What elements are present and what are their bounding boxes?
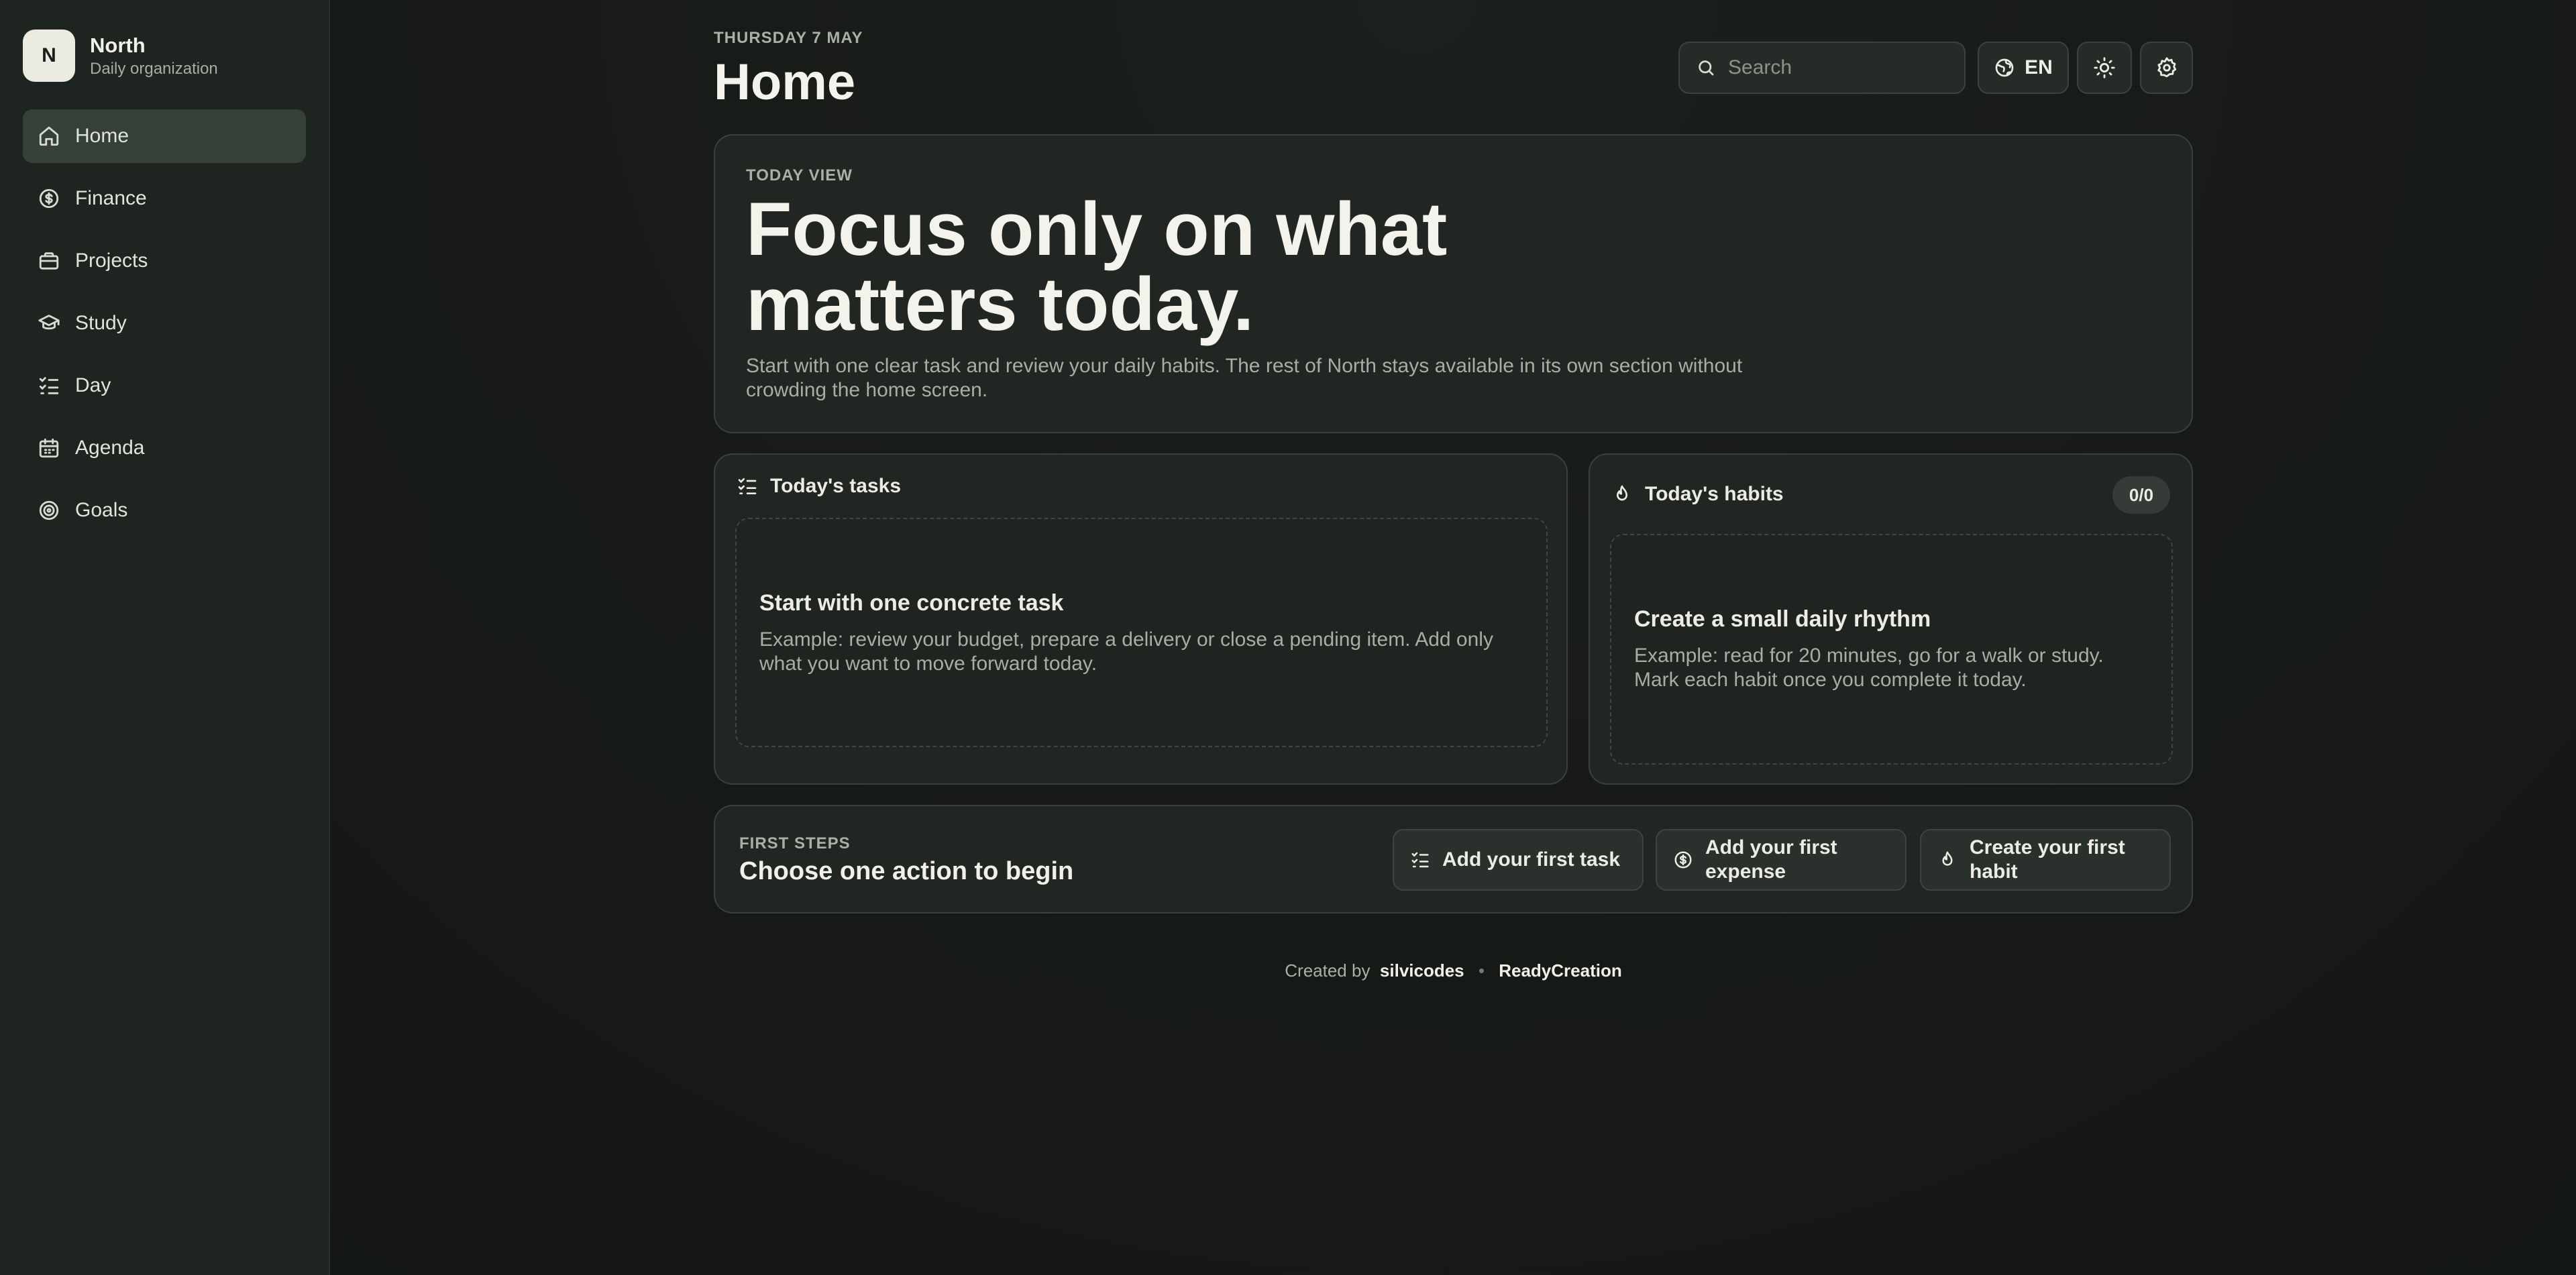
list-checks-icon: [738, 478, 757, 494]
first-steps-card: FIRST STEPS Choose one action to begin A…: [714, 805, 2193, 913]
brand-logo: N: [23, 30, 75, 82]
dollar-circle-icon: [1674, 851, 1692, 869]
sidebar-item-label: Agenda: [75, 437, 145, 459]
dollar-circle-icon: [39, 188, 59, 209]
hero-description: Start with one clear task and review you…: [746, 355, 1743, 401]
hero-card: TODAY VIEW Focus only on what matters to…: [714, 134, 2193, 433]
footer-separator: •: [1478, 960, 1485, 981]
graduation-cap-icon: [38, 315, 60, 330]
habits-count-badge: 0/0: [2112, 476, 2170, 514]
search-box[interactable]: [1678, 42, 1966, 94]
habits-header: Today's habits: [1611, 483, 1784, 506]
sidebar-item-projects[interactable]: Projects: [23, 234, 306, 288]
theme-toggle-button[interactable]: [2077, 42, 2132, 94]
search-icon: [1699, 60, 1714, 76]
tasks-empty-state: Start with one concrete task Example: re…: [735, 518, 1548, 747]
sidebar-item-home[interactable]: Home: [23, 109, 306, 163]
hero-title: Focus only on what matters today.: [746, 187, 1448, 346]
page-title: Home: [714, 54, 856, 111]
settings-button[interactable]: [2140, 42, 2193, 94]
footer-prefix: Created by: [1285, 960, 1371, 981]
sidebar: N North Daily organization Home Finance …: [0, 0, 330, 1275]
sidebar-item-day[interactable]: Day: [23, 359, 306, 412]
sidebar-item-agenda[interactable]: Agenda: [23, 421, 306, 475]
sidebar-item-label: Study: [75, 312, 127, 334]
globe-icon: [1995, 58, 2014, 77]
flame-icon: [1942, 851, 1953, 866]
habits-heading: Today's habits: [1645, 483, 1784, 505]
sidebar-nav: Home Finance Projects Study Day Agenda G…: [23, 109, 306, 546]
add-first-task-button[interactable]: Add your first task: [1393, 829, 1644, 891]
sun-icon: [2094, 57, 2115, 78]
brand-subtitle: Daily organization: [90, 60, 218, 78]
first-steps-eyebrow: FIRST STEPS: [739, 834, 851, 852]
language-button[interactable]: EN: [1978, 42, 2069, 94]
briefcase-icon: [39, 252, 59, 270]
current-date: THURSDAY 7 MAY: [714, 29, 863, 47]
home-icon: [39, 126, 59, 146]
habits-empty-state: Create a small daily rhythm Example: rea…: [1610, 534, 2173, 765]
calendar-icon: [39, 438, 59, 458]
list-checks-icon: [1411, 852, 1429, 868]
sidebar-item-label: Home: [75, 125, 129, 147]
add-first-expense-button[interactable]: Add your first expense: [1656, 829, 1907, 891]
tasks-card: Today's tasks Start with one concrete ta…: [714, 453, 1568, 785]
tasks-header: Today's tasks: [737, 475, 901, 498]
first-steps-title: Choose one action to begin: [739, 857, 1074, 885]
sidebar-item-finance[interactable]: Finance: [23, 172, 306, 225]
sidebar-item-label: Day: [75, 374, 111, 396]
list-checks-icon: [39, 377, 59, 394]
sidebar-item-label: Finance: [75, 187, 147, 209]
search-input[interactable]: [1727, 56, 1957, 80]
brand-name: North: [90, 34, 146, 57]
habits-empty-description: Example: read for 20 minutes, go for a w…: [1634, 645, 2104, 691]
hero-eyebrow: TODAY VIEW: [746, 166, 853, 184]
tasks-heading: Today's tasks: [770, 475, 901, 497]
tasks-empty-title: Start with one concrete task: [759, 590, 1064, 616]
flame-icon: [1617, 485, 1627, 501]
language-label: EN: [2025, 56, 2053, 78]
action-label: Add your first task: [1442, 848, 1621, 871]
sidebar-item-label: Goals: [75, 499, 128, 521]
brand[interactable]: N North Daily organization: [23, 30, 218, 82]
action-label: Add your first expense: [1705, 836, 1837, 883]
action-label: Create your first habit: [1970, 836, 2125, 883]
studio-link[interactable]: ReadyCreation: [1499, 960, 1622, 981]
create-first-habit-button[interactable]: Create your first habit: [1920, 829, 2171, 891]
target-icon: [39, 500, 59, 520]
habits-card: Today's habits 0/0 Create a small daily …: [1589, 453, 2193, 785]
author-link[interactable]: silvicodes: [1380, 960, 1464, 981]
sidebar-item-goals[interactable]: Goals: [23, 484, 306, 537]
sidebar-item-label: Projects: [75, 250, 148, 272]
habits-empty-title: Create a small daily rhythm: [1634, 606, 1931, 632]
gear-icon: [2157, 57, 2176, 78]
tasks-empty-description: Example: review your budget, prepare a d…: [759, 628, 1493, 675]
footer: Created by silvicodes • ReadyCreation: [714, 960, 2193, 981]
sidebar-item-study[interactable]: Study: [23, 296, 306, 350]
